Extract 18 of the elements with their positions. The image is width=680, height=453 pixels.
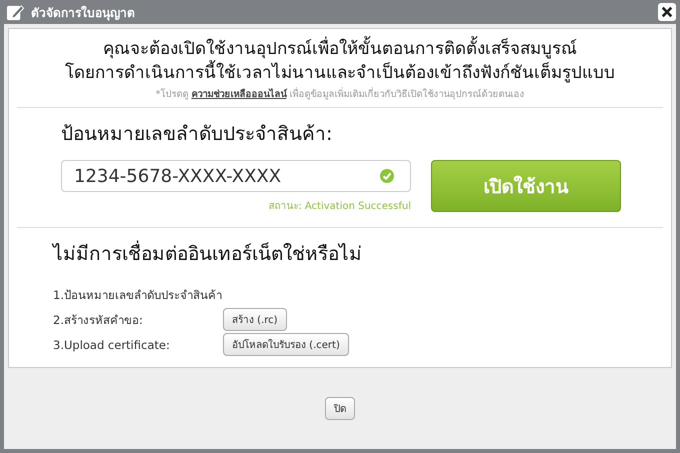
step-label: 2.สร้างรหัสคำขอ:	[53, 312, 144, 328]
section-heading: ไม่มีการเชื่อมต่ออินเทอร์เน็ตใช่หรือไม่	[53, 238, 671, 268]
close-icon	[661, 6, 673, 18]
close-dialog-button[interactable]: ปิด	[325, 397, 355, 420]
section-heading: ป้อนหมายเลขลำดับประจำสินค้า:	[61, 122, 334, 147]
step-label: 1.ป้อนหมายเลขลำดับประจำสินค้า	[53, 286, 223, 304]
step-label: 3.Upload certificate:	[53, 338, 171, 352]
step-button[interactable]: สร้าง (.rc)	[223, 308, 287, 331]
intro-text: โดยการดำเนินการนี้ใช้เวลาไม่นานและจำเป็นต้องเข้าถึงฟังก์ชันเต็มรูปแบบ	[17, 61, 663, 85]
intro-text: คุณจะต้องเปิดใช้งานอุปกรณ์เพื่อให้ขั้นตอนการติดตั้งเสร็จสมบูรณ์	[17, 37, 663, 61]
step-button[interactable]: อัปโหลดใบรับรอง (.cert)	[223, 333, 349, 356]
status-text: สถานะ: Activation Successful	[268, 200, 411, 213]
online-help-link[interactable]: ความช่วยเหลือออนไลน์	[191, 89, 286, 100]
help-note: *โปรดดู ความช่วยเหลือออนไลน์ เพื่อดูข้อมูลเพิ่มเติมเกี่ยวกับวิธีเปิดใช้งานอุปกรณ์ด้วยตนเอง	[154, 86, 526, 101]
pencil-note-icon	[6, 2, 25, 22]
window-title: ตัวจัดการใบอนุญาต	[31, 4, 136, 22]
serial-number-field[interactable]: 1234-5678-XXXX-XXXX	[61, 160, 411, 192]
close-button[interactable]	[658, 3, 676, 21]
